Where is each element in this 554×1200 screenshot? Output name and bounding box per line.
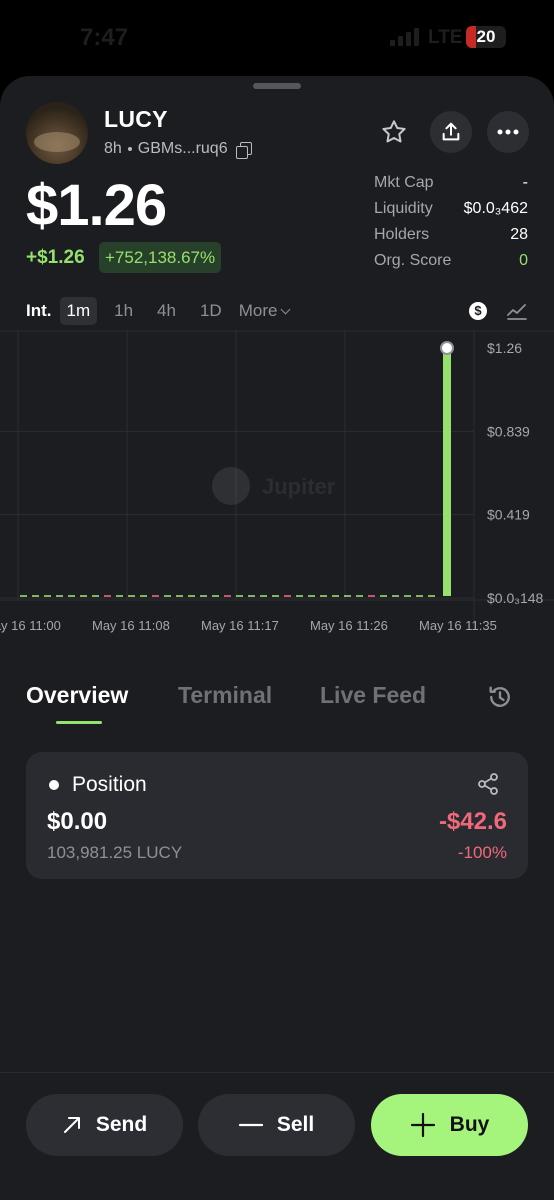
token-sheet: LUCY 8h GBMs...ruq6 $1.26 +$1.26 +752,13… <box>0 76 554 1200</box>
chevron-down-icon <box>280 304 291 314</box>
buy-label: Buy <box>449 1113 490 1136</box>
favorite-button[interactable] <box>373 111 415 153</box>
send-button[interactable]: Send <box>26 1094 183 1156</box>
position-card: Position $0.00 103,981.25 LUCY -$42.6 -1… <box>26 752 528 879</box>
token-avatar <box>26 102 88 164</box>
position-quantity: 103,981.25 LUCY <box>47 843 183 862</box>
sell-label: Sell <box>276 1113 315 1136</box>
stat-value: $0.0₃462 <box>463 200 528 217</box>
x-tick-label: May 16 11:08 <box>92 618 170 633</box>
current-price: $1.26 <box>26 173 167 238</box>
stat-label: Org. Score <box>374 252 452 269</box>
position-pnl-percent: -100% <box>457 843 507 862</box>
x-tick-label: May 16 11:17 <box>201 618 279 633</box>
separator-dot <box>127 147 132 151</box>
share-nodes-icon[interactable] <box>476 772 500 796</box>
price-change-absolute: +$1.26 <box>26 247 85 268</box>
ellipsis-icon <box>497 129 519 135</box>
y-tick-label: $0.839 <box>487 423 530 439</box>
more-label: More <box>238 301 278 320</box>
timeframe-1d[interactable]: 1D <box>193 297 229 325</box>
stat-label: Liquidity <box>374 200 433 217</box>
tab-overview[interactable]: Overview <box>26 682 128 709</box>
bullet-icon <box>49 780 59 790</box>
sell-button[interactable]: Sell <box>198 1094 355 1156</box>
timeframe-bar: Int. 1m 1h 4h 1D More <box>26 296 291 326</box>
dollar-toggle-icon[interactable]: $ <box>469 302 487 320</box>
star-icon <box>382 120 406 143</box>
battery-icon: 20 <box>466 26 506 48</box>
position-title: Position <box>72 773 147 796</box>
y-tick-label: $1.26 <box>487 340 522 356</box>
token-meta: 8h GBMs...ruq6 <box>104 140 252 159</box>
position-pnl: -$42.6 <box>438 808 507 835</box>
price-candle <box>443 348 451 596</box>
watermark-text: Jupiter <box>262 474 336 499</box>
stat-value: - <box>522 174 528 191</box>
stat-liquidity: Liquidity $0.0₃462 <box>374 200 528 226</box>
network-label: LTE <box>428 27 463 48</box>
price-change-percent: +752,138.67% <box>99 242 222 273</box>
stat-label: Mkt Cap <box>374 174 434 191</box>
battery-level: 20 <box>476 27 496 46</box>
x-tick-label: May 16 11:35 <box>419 618 497 633</box>
action-bar: Send Sell Buy <box>0 1072 554 1200</box>
sheet-grabber[interactable] <box>253 83 301 89</box>
position-value: $0.00 <box>47 808 108 835</box>
upload-icon <box>442 122 460 141</box>
stat-holders: Holders 28 <box>374 226 528 252</box>
token-address[interactable]: GBMs...ruq6 <box>138 140 228 158</box>
timeframe-1m[interactable]: 1m <box>59 297 98 325</box>
x-tick-label: May 16 11:00 <box>0 618 61 633</box>
stat-market-cap: Mkt Cap - <box>374 174 528 200</box>
minus-icon <box>238 1123 263 1127</box>
history-icon[interactable] <box>486 683 514 711</box>
detail-tabs: Overview Terminal Live Feed <box>0 676 554 726</box>
token-name: LUCY <box>104 106 168 132</box>
active-tab-indicator <box>56 721 102 724</box>
buy-button[interactable]: Buy <box>371 1094 528 1156</box>
tab-live-feed[interactable]: Live Feed <box>320 682 426 709</box>
watermark-logo <box>212 467 250 505</box>
copy-icon[interactable] <box>235 141 252 159</box>
jupiter-icon <box>212 467 250 505</box>
arrow-up-right-icon <box>63 1117 80 1133</box>
interval-label: Int. <box>26 301 52 320</box>
signal-icon <box>390 28 419 46</box>
x-tick-label: May 16 11:26 <box>310 618 388 633</box>
chart-line-icon[interactable] <box>507 302 527 320</box>
stat-organic-score: Org. Score 0 <box>374 252 528 278</box>
share-button[interactable] <box>430 111 472 153</box>
stat-value: 0 <box>519 252 528 269</box>
y-tick-label: $0.0₃148 <box>487 590 544 606</box>
status-time: 7:47 <box>80 24 129 51</box>
tab-terminal[interactable]: Terminal <box>178 682 272 709</box>
stat-value: 28 <box>510 226 528 243</box>
status-bar: 7:47 LTE 20 <box>0 0 554 76</box>
more-options-button[interactable] <box>487 111 529 153</box>
y-tick-label: $0.419 <box>487 507 530 523</box>
stat-label: Holders <box>374 226 430 243</box>
timeframe-more-dropdown[interactable]: More <box>238 301 291 321</box>
plus-icon <box>410 1112 435 1138</box>
send-label: Send <box>95 1113 148 1136</box>
timeframe-1h[interactable]: 1h <box>107 297 140 325</box>
price-chart[interactable]: Jupiter $1.26 $0.839 $0.419 $0.0₃148 May 16 1… <box>0 330 554 650</box>
token-age: 8h <box>104 140 122 157</box>
last-price-marker[interactable] <box>440 341 454 355</box>
timeframe-4h[interactable]: 4h <box>150 297 183 325</box>
token-stats: Mkt Cap - Liquidity $0.0₃462 Holders 28 … <box>374 174 528 278</box>
